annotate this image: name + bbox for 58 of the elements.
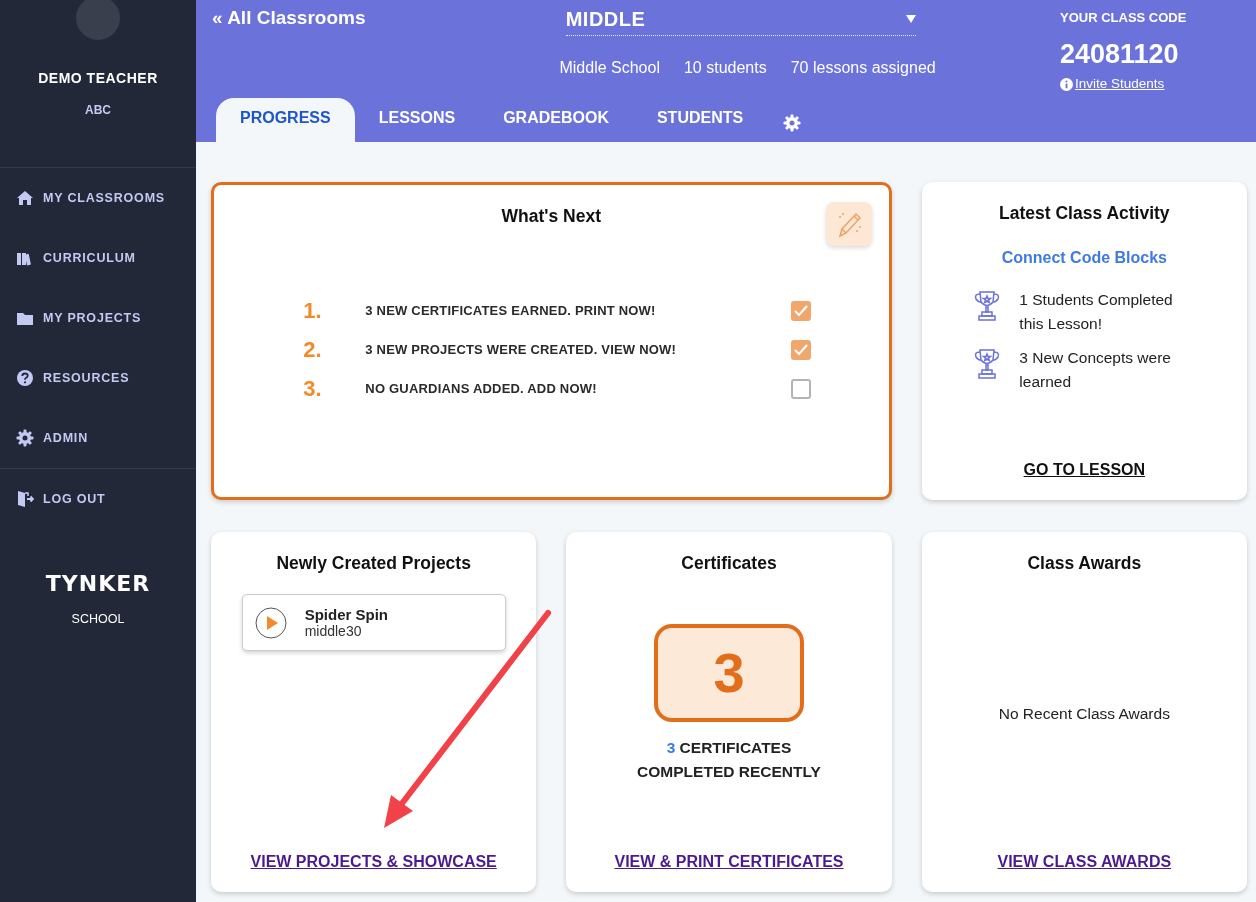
grade-label: Middle School bbox=[559, 58, 660, 78]
certificates-caption: 3 CERTIFICATES COMPLETED RECENTLY bbox=[636, 738, 822, 783]
tab[interactable]: PROGRESS bbox=[216, 98, 355, 142]
certificate-count: 3 bbox=[654, 624, 804, 723]
task-number: 1. bbox=[302, 297, 323, 326]
sidebar-item[interactable]: CURRICULUM bbox=[0, 228, 196, 288]
settings-icon bbox=[16, 429, 34, 447]
back-link[interactable]: « All Classrooms bbox=[212, 4, 366, 101]
checkbox[interactable] bbox=[791, 339, 812, 360]
logout-link[interactable]: LOG OUT bbox=[0, 469, 196, 529]
settings-icon[interactable] bbox=[783, 114, 802, 132]
user-name: DEMO TEACHER bbox=[37, 69, 159, 88]
card-title: Certificates bbox=[681, 552, 777, 575]
view-awards-link[interactable]: VIEW CLASS AWARDS bbox=[997, 850, 1172, 874]
view-certificates-link[interactable]: VIEW & PRINT CERTIFICATES bbox=[614, 850, 844, 874]
help-icon bbox=[16, 369, 34, 387]
caret-icon bbox=[905, 15, 916, 23]
task-number: 2. bbox=[302, 336, 323, 365]
user-subtitle: ABC bbox=[84, 102, 112, 119]
invite-link[interactable]: Invite Students bbox=[1060, 74, 1240, 95]
activity-stat: 3 New Concepts were learned bbox=[1019, 348, 1172, 393]
empty-message: No Recent Class Awards bbox=[998, 703, 1170, 724]
card-title: What's Next bbox=[501, 205, 602, 228]
card-title: Newly Created Projects bbox=[276, 552, 471, 575]
logout-icon bbox=[16, 490, 34, 508]
tab[interactable]: GRADEBOOK bbox=[479, 98, 633, 142]
sidebar-item[interactable]: MY CLASSROOMS bbox=[0, 168, 196, 228]
pencil-button[interactable] bbox=[825, 202, 872, 246]
lesson-link[interactable]: Connect Code Blocks bbox=[1001, 246, 1167, 271]
project-name: Spider Spin bbox=[304, 605, 388, 623]
task-label[interactable]: NO GUARDIANS ADDED. ADD NOW! bbox=[365, 379, 792, 399]
tab[interactable]: LESSONS bbox=[354, 98, 480, 142]
classroom-select[interactable]: MIDDLE bbox=[565, 4, 916, 36]
tab[interactable]: STUDENTS bbox=[632, 98, 768, 142]
sidebar-item[interactable]: ADMIN bbox=[0, 408, 196, 468]
home-icon bbox=[16, 189, 34, 207]
class-code: 24081120 bbox=[1060, 37, 1180, 71]
project-item[interactable]: Spider Spin middle30 bbox=[241, 594, 506, 652]
checkbox[interactable] bbox=[791, 378, 812, 399]
task-number: 3. bbox=[302, 375, 323, 404]
lessons-link[interactable]: 70 lessons assigned bbox=[790, 56, 936, 80]
project-owner: middle30 bbox=[304, 622, 362, 640]
sidebar-item[interactable]: MY PROJECTS bbox=[0, 288, 196, 348]
sidebar-item[interactable]: RESOURCES bbox=[0, 348, 196, 408]
card-title: Latest Class Activity bbox=[999, 202, 1170, 225]
task-label[interactable]: 3 NEW PROJECTS WERE CREATED. VIEW NOW! bbox=[365, 340, 792, 360]
logo-caption: SCHOOL bbox=[70, 611, 126, 628]
go-to-lesson-link[interactable]: GO TO LESSON bbox=[1023, 458, 1146, 482]
task-label[interactable]: 3 NEW CERTIFICATES EARNED. PRINT NOW! bbox=[365, 301, 792, 321]
activity-stat: 1 Students Completed this Lesson! bbox=[1019, 290, 1174, 335]
card-title: Class Awards bbox=[1027, 552, 1142, 575]
class-code-label: YOUR CLASS CODE bbox=[1060, 9, 1188, 27]
play-icon bbox=[254, 606, 287, 639]
students-link[interactable]: 10 students bbox=[683, 56, 767, 80]
info-icon bbox=[1060, 77, 1073, 91]
view-projects-link[interactable]: VIEW PROJECTS & SHOWCASE bbox=[250, 850, 497, 874]
logo: TYNKER bbox=[45, 570, 151, 598]
checkbox[interactable] bbox=[791, 300, 812, 321]
